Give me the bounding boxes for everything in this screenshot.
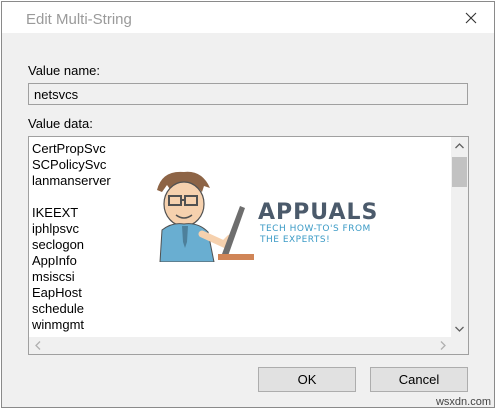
scroll-up-button[interactable] — [451, 137, 468, 154]
value-data-line: msiscsi — [32, 269, 75, 284]
watermark-tagline-line-2: THE EXPERTS! — [260, 235, 331, 245]
value-data-line: EapHost — [32, 285, 82, 300]
value-data-lines: CertPropSvc SCPolicySvc lanmanserver IKEEXT… — [32, 141, 111, 333]
scroll-left-button[interactable] — [29, 337, 46, 354]
scroll-right-button[interactable] — [434, 337, 451, 354]
chevron-down-icon — [455, 326, 464, 332]
chevron-up-icon — [455, 142, 464, 148]
ok-button[interactable]: OK — [258, 367, 356, 392]
value-name-label: Value name: — [28, 63, 101, 78]
value-data-line: seclogon — [32, 237, 85, 252]
chevron-left-icon — [34, 341, 40, 350]
vertical-scroll-thumb[interactable] — [452, 157, 467, 187]
close-button[interactable] — [448, 2, 494, 33]
cancel-button[interactable]: Cancel — [370, 367, 468, 392]
value-data-line: schedule — [32, 301, 85, 316]
value-name-field: netsvcs — [28, 83, 468, 105]
value-data-line: iphlpsvc — [32, 221, 79, 236]
value-data-line: winmgmt — [32, 317, 85, 332]
horizontal-scrollbar[interactable] — [29, 337, 451, 354]
vertical-scrollbar[interactable] — [451, 137, 468, 337]
edit-multi-string-dialog: Edit Multi-String Value name: netsvcs Va… — [1, 1, 495, 408]
value-data-line — [32, 189, 111, 205]
value-data-label: Value data: — [28, 116, 93, 131]
title-bar[interactable]: Edit Multi-String — [2, 2, 494, 33]
value-data-line: lanmanserver — [32, 173, 111, 188]
close-icon — [465, 12, 477, 23]
site-watermark: wsxdn.com — [435, 396, 491, 408]
chevron-right-icon — [440, 341, 446, 350]
watermark-tagline: TECH HOW-TO'S FROM THE EXPERTS! — [260, 224, 371, 246]
scrollbar-corner — [451, 337, 468, 354]
watermark-tagline-line-1: TECH HOW-TO'S FROM — [260, 224, 371, 234]
value-data-line: CertPropSvc — [32, 141, 106, 156]
value-data-line: IKEEXT — [32, 205, 79, 220]
dialog-title: Edit Multi-String — [26, 11, 132, 28]
watermark-brand: APPUALS — [258, 200, 379, 225]
value-data-line: AppInfo — [32, 253, 77, 268]
value-data-line: SCPolicySvc — [32, 157, 107, 172]
scroll-down-button[interactable] — [451, 320, 468, 337]
